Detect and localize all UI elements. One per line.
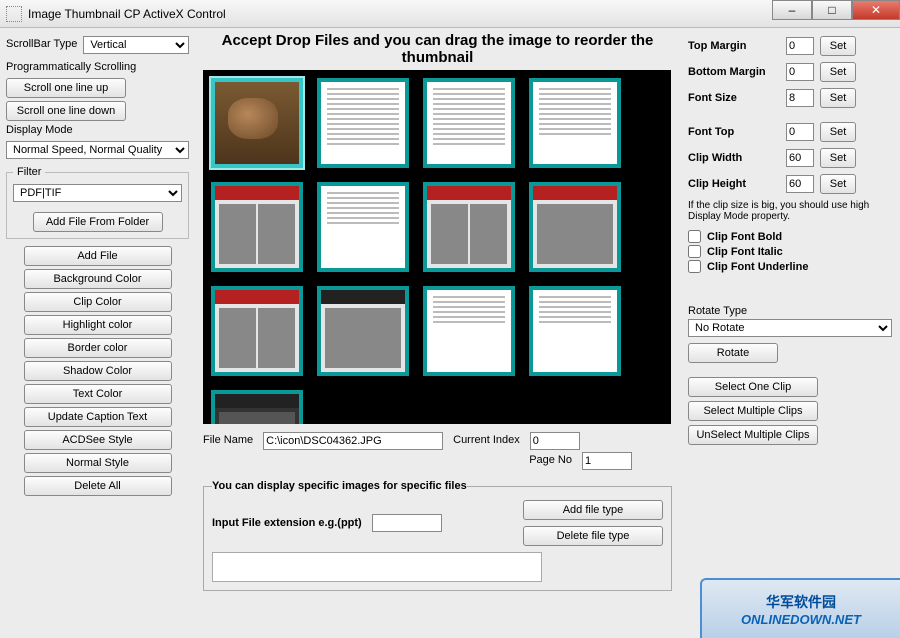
- clip-font-underline-label: Clip Font Underline: [707, 261, 808, 273]
- thumbnail-item[interactable]: [211, 78, 303, 168]
- add-file-type-button[interactable]: Add file type: [523, 500, 663, 520]
- clip-height-field[interactable]: [786, 175, 814, 193]
- font-size-label: Font Size: [688, 92, 780, 104]
- clip-size-note: If the clip size is big, you should use …: [688, 200, 892, 222]
- rotate-button[interactable]: Rotate: [688, 343, 778, 363]
- display-mode-select[interactable]: Normal Speed, Normal Quality: [6, 141, 189, 159]
- clip-font-bold-checkbox[interactable]: [688, 230, 701, 243]
- current-index-field[interactable]: [530, 432, 580, 450]
- clip-font-italic-label: Clip Font Italic: [707, 246, 783, 258]
- filter-legend: Filter: [13, 166, 45, 178]
- clip-width-label: Clip Width: [688, 152, 780, 164]
- thumbnail-item[interactable]: [423, 78, 515, 168]
- watermark-cn: 华军软件园: [766, 592, 836, 612]
- specific-images-fieldset: You can display specific images for spec…: [203, 480, 672, 591]
- clip-width-set-button[interactable]: Set: [820, 148, 856, 168]
- acdsee-style-button[interactable]: ACDSee Style: [24, 430, 172, 450]
- page-no-field[interactable]: [582, 452, 632, 470]
- file-info-row: File Name Current Index: [203, 432, 672, 450]
- font-size-set-button[interactable]: Set: [820, 88, 856, 108]
- background-color-button[interactable]: Background Color: [24, 269, 172, 289]
- thumbnail-item[interactable]: [317, 78, 409, 168]
- bottom-margin-label: Bottom Margin: [688, 66, 780, 78]
- text-color-button[interactable]: Text Color: [24, 384, 172, 404]
- rotate-type-label: Rotate Type: [688, 305, 892, 317]
- bottom-margin-field[interactable]: [786, 63, 814, 81]
- update-caption-button[interactable]: Update Caption Text: [24, 407, 172, 427]
- clip-font-underline-checkbox[interactable]: [688, 260, 701, 273]
- watermark-badge: 华军软件园 ONLINEDOWN.NET: [700, 578, 900, 638]
- unselect-multiple-clips-button[interactable]: UnSelect Multiple Clips: [688, 425, 818, 445]
- font-top-label: Font Top: [688, 126, 780, 138]
- top-margin-field[interactable]: [786, 37, 814, 55]
- prog-scroll-label: Programmatically Scrolling: [6, 61, 189, 73]
- rotate-type-select[interactable]: No Rotate: [688, 319, 892, 337]
- highlight-color-button[interactable]: Highlight color: [24, 315, 172, 335]
- specific-images-legend: You can display specific images for spec…: [212, 480, 467, 492]
- clip-color-button[interactable]: Clip Color: [24, 292, 172, 312]
- add-file-button[interactable]: Add File: [24, 246, 172, 266]
- window-title: Image Thumbnail CP ActiveX Control: [28, 7, 226, 21]
- page-no-label: Page No: [529, 454, 572, 466]
- clip-height-set-button[interactable]: Set: [820, 174, 856, 194]
- thumbnail-item[interactable]: [529, 286, 621, 376]
- add-from-folder-button[interactable]: Add File From Folder: [33, 212, 163, 232]
- close-button[interactable]: ✕: [852, 0, 900, 20]
- font-top-set-button[interactable]: Set: [820, 122, 856, 142]
- clip-width-field[interactable]: [786, 149, 814, 167]
- filter-fieldset: Filter PDF|TIF Add File From Folder: [6, 166, 189, 239]
- thumbnail-item[interactable]: [423, 182, 515, 272]
- thumbnail-item[interactable]: [529, 182, 621, 272]
- file-name-label: File Name: [203, 434, 253, 446]
- watermark-en: ONLINEDOWN.NET: [741, 612, 861, 627]
- thumbnail-item[interactable]: [423, 286, 515, 376]
- font-size-field[interactable]: [786, 89, 814, 107]
- delete-file-type-button[interactable]: Delete file type: [523, 526, 663, 546]
- thumbnail-grid[interactable]: [203, 70, 671, 424]
- filter-select[interactable]: PDF|TIF: [13, 184, 182, 202]
- minimize-button[interactable]: –: [772, 0, 812, 20]
- scrollbar-type-select[interactable]: Vertical: [83, 36, 189, 54]
- thumbnail-item[interactable]: [529, 78, 621, 168]
- thumbnail-item[interactable]: [317, 182, 409, 272]
- scroll-up-button[interactable]: Scroll one line up: [6, 78, 126, 98]
- select-multiple-clips-button[interactable]: Select Multiple Clips: [688, 401, 818, 421]
- left-panel: ScrollBar Type Vertical Programmatically…: [0, 28, 195, 638]
- file-type-list[interactable]: [212, 552, 542, 582]
- font-top-field[interactable]: [786, 123, 814, 141]
- file-name-field[interactable]: [263, 432, 443, 450]
- top-margin-label: Top Margin: [688, 40, 780, 52]
- center-panel: Accept Drop Files and you can drag the i…: [195, 28, 680, 638]
- border-color-button[interactable]: Border color: [24, 338, 172, 358]
- current-index-label: Current Index: [453, 434, 520, 446]
- clip-height-label: Clip Height: [688, 178, 780, 190]
- input-ext-field[interactable]: [372, 514, 442, 532]
- app-icon: [6, 6, 22, 22]
- display-mode-label: Display Mode: [6, 124, 189, 136]
- heading: Accept Drop Files and you can drag the i…: [203, 32, 672, 66]
- titlebar: Image Thumbnail CP ActiveX Control – □ ✕: [0, 0, 900, 28]
- window-buttons: – □ ✕: [772, 0, 900, 20]
- shadow-color-button[interactable]: Shadow Color: [24, 361, 172, 381]
- bottom-margin-set-button[interactable]: Set: [820, 62, 856, 82]
- top-margin-set-button[interactable]: Set: [820, 36, 856, 56]
- scroll-down-button[interactable]: Scroll one line down: [6, 101, 126, 121]
- normal-style-button[interactable]: Normal Style: [24, 453, 172, 473]
- thumbnail-item[interactable]: [317, 286, 409, 376]
- thumbnail-item[interactable]: [211, 390, 303, 424]
- thumbnail-item[interactable]: [211, 286, 303, 376]
- right-panel: Top Margin Set Bottom Margin Set Font Si…: [680, 28, 900, 638]
- thumbnail-item[interactable]: [211, 182, 303, 272]
- input-ext-label: Input File extension e.g.(ppt): [212, 517, 362, 529]
- clip-font-bold-label: Clip Font Bold: [707, 231, 782, 243]
- scrollbar-type-label: ScrollBar Type: [6, 38, 77, 50]
- delete-all-button[interactable]: Delete All: [24, 476, 172, 496]
- clip-font-italic-checkbox[interactable]: [688, 245, 701, 258]
- maximize-button[interactable]: □: [812, 0, 852, 20]
- page-no-row: Page No: [203, 452, 672, 470]
- select-one-clip-button[interactable]: Select One Clip: [688, 377, 818, 397]
